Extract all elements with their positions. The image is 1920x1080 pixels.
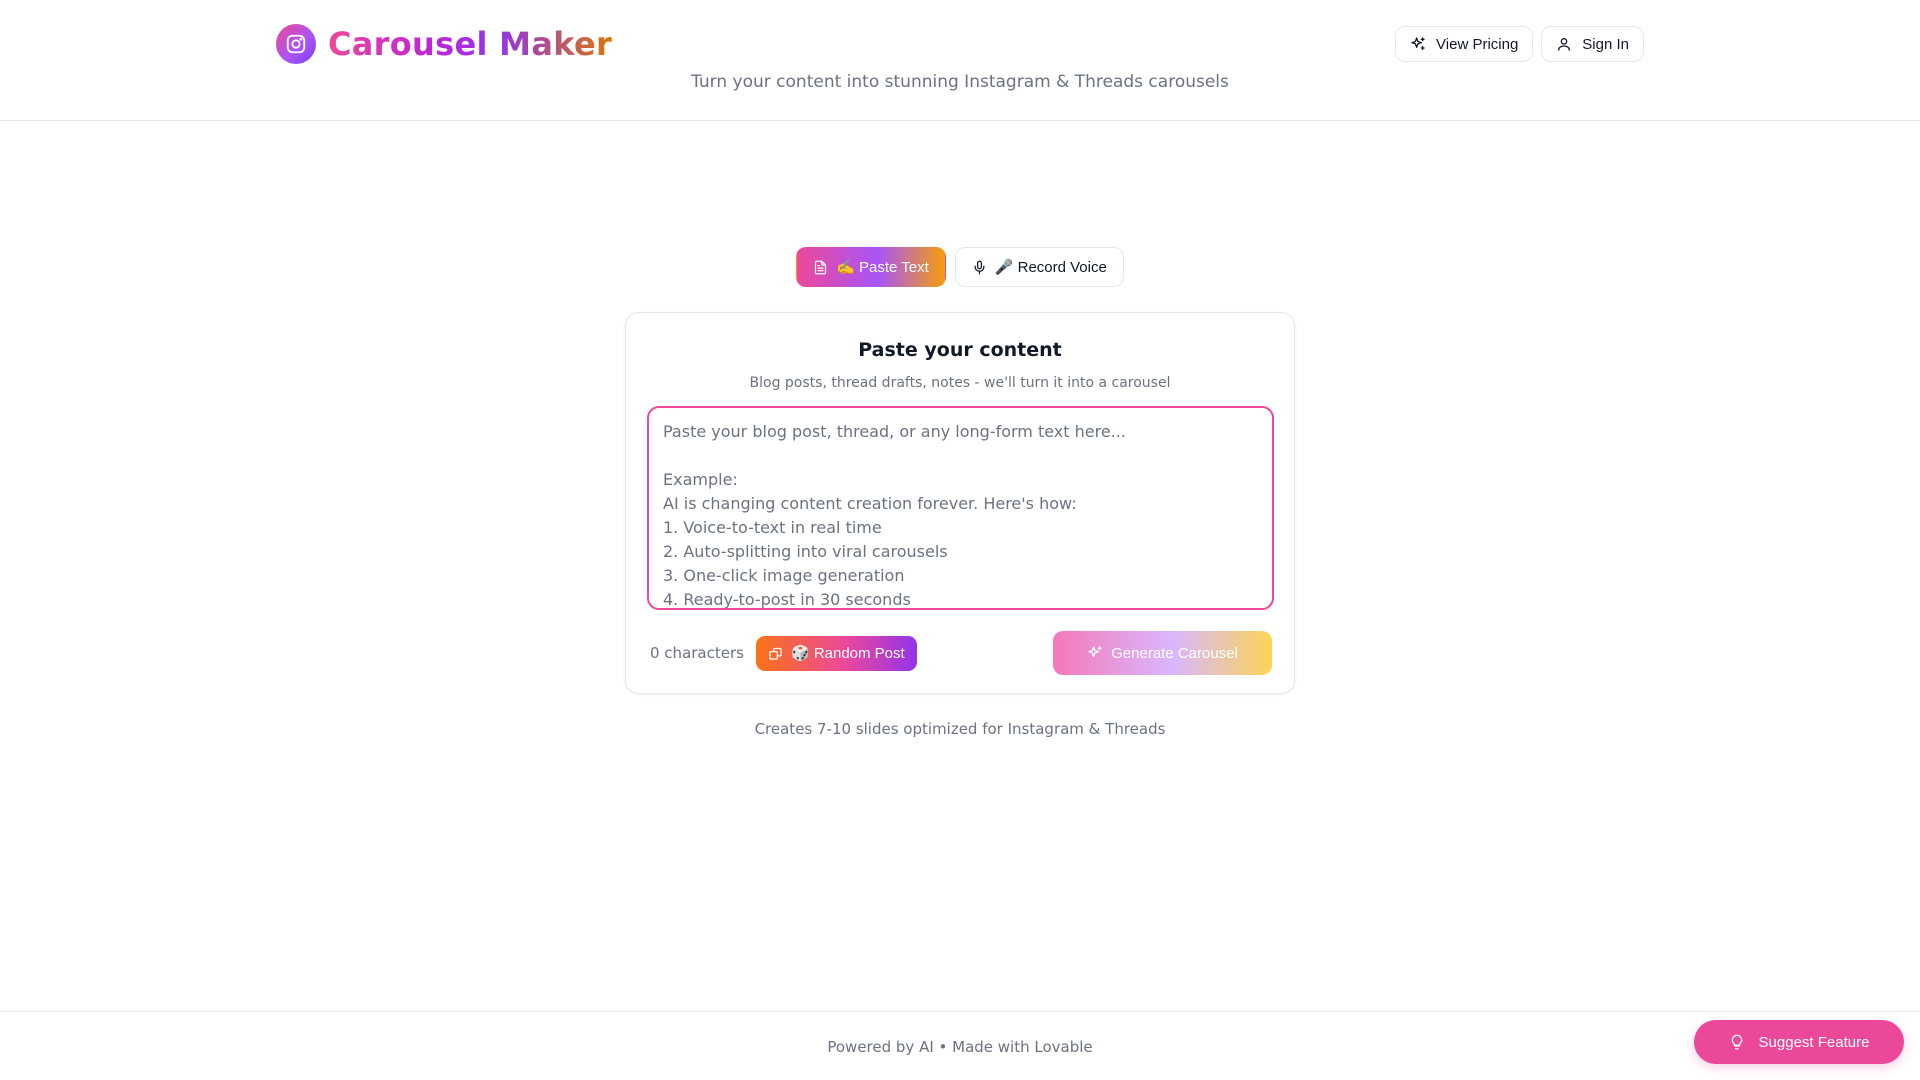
page-footer: Powered by AI • Made with Lovable [0, 1011, 1920, 1080]
card-footer: 0 characters 🎲 Random Post Generate Caro… [650, 631, 1272, 675]
user-icon [1558, 38, 1571, 51]
sign-in-label: Sign In [1582, 35, 1629, 53]
file-text-icon [815, 260, 827, 274]
content-input-card: Paste your content Blog posts, thread dr… [625, 312, 1295, 694]
tab-paste-text[interactable]: ✍️ Paste Text [796, 247, 946, 287]
tab-paste-text-label: ✍️ Paste Text [836, 259, 929, 276]
microphone-icon [974, 260, 985, 274]
brand-title: Carousel Maker [328, 25, 613, 63]
sparkles-icon [1088, 646, 1102, 657]
app-header: Carousel Maker View Pricing Sign In Turn… [0, 0, 1920, 121]
random-post-button[interactable]: 🎲 Random Post [755, 635, 917, 671]
tagline: Turn your content into stunning Instagra… [691, 72, 1229, 92]
sparkles-icon [1411, 37, 1425, 50]
content-textarea[interactable] [649, 408, 1272, 608]
random-post-label: 🎲 Random Post [790, 645, 905, 662]
input-mode-tabs: ✍️ Paste Text 🎤 Record Voice [0, 247, 1920, 287]
suggest-feature-label: Suggest Feature [1758, 1033, 1870, 1051]
character-count: 0 characters [650, 644, 744, 662]
generate-carousel-label: Generate Carousel [1111, 644, 1238, 662]
header-actions: View Pricing Sign In [1395, 26, 1644, 62]
view-pricing-label: View Pricing [1436, 35, 1519, 53]
view-pricing-button[interactable]: View Pricing [1395, 26, 1534, 62]
lightbulb-icon [1731, 1034, 1742, 1050]
slides-hint: Creates 7-10 slides optimized for Instag… [754, 720, 1166, 738]
tab-record-voice-label: 🎤 Record Voice [994, 259, 1107, 276]
brand[interactable]: Carousel Maker [276, 24, 612, 64]
suggest-feature-button[interactable]: Suggest Feature [1694, 1020, 1904, 1064]
card-title: Paste your content [858, 339, 1062, 361]
content-textarea-wrapper [647, 406, 1274, 610]
sign-in-button[interactable]: Sign In [1541, 26, 1644, 62]
card-subtitle: Blog posts, thread drafts, notes - we'll… [749, 375, 1171, 391]
instagram-icon [276, 24, 316, 64]
shuffle-icon [769, 647, 782, 660]
tab-record-voice[interactable]: 🎤 Record Voice [954, 247, 1124, 287]
footer-text: Powered by AI • Made with Lovable [827, 1038, 1093, 1056]
generate-carousel-button[interactable]: Generate Carousel [1053, 631, 1272, 675]
